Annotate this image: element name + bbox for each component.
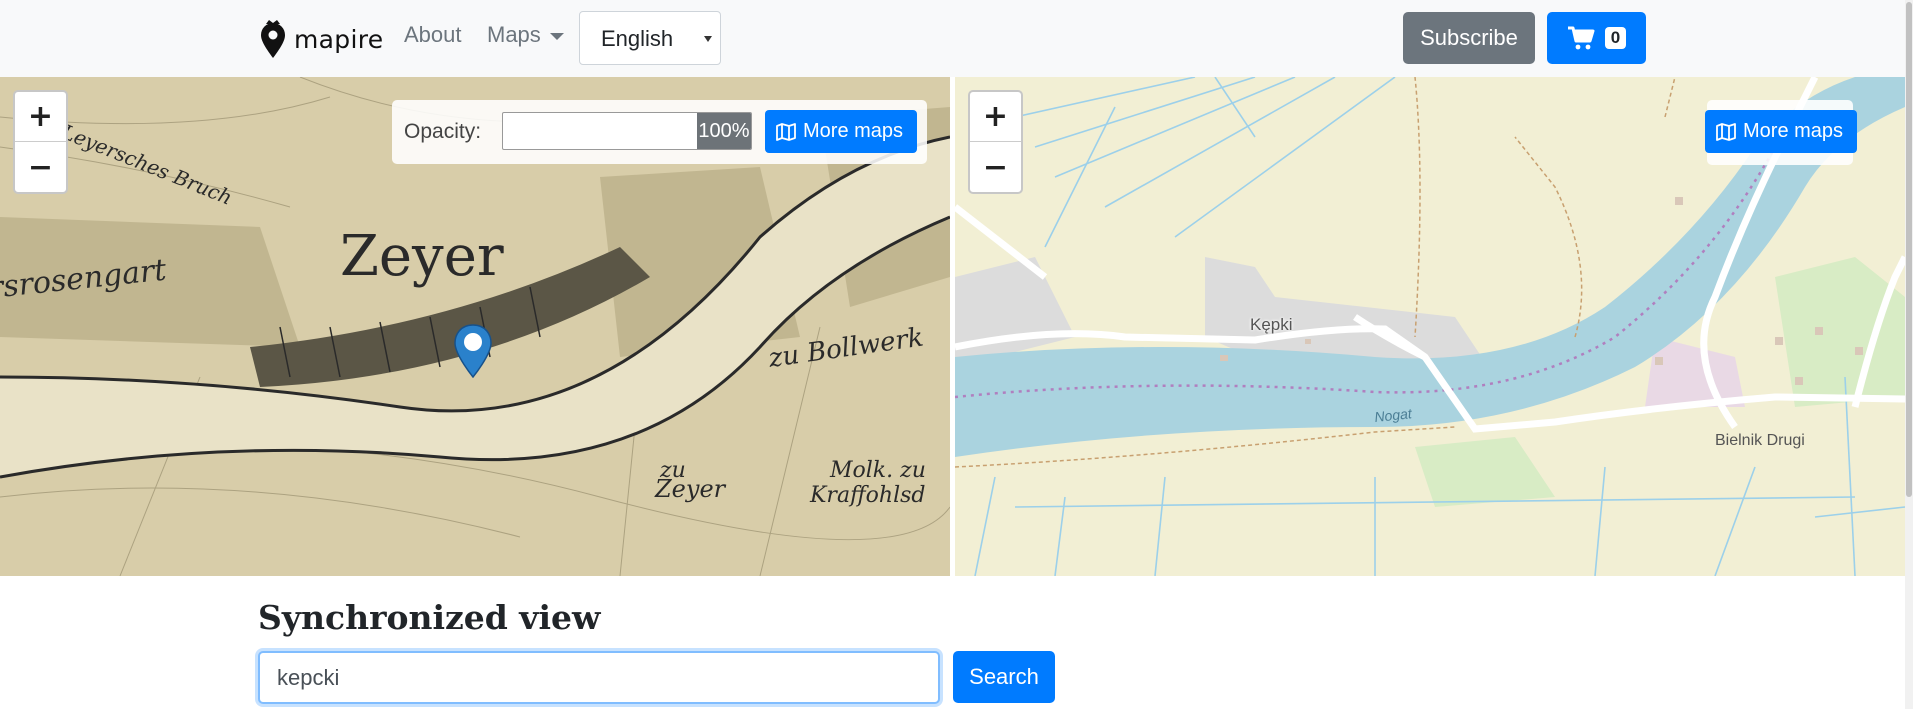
svg-text:Kraffohlsd: Kraffohlsd (809, 483, 925, 508)
opacity-panel: Opacity: 100% More maps (392, 100, 927, 164)
subscribe-button[interactable]: Subscribe (1403, 12, 1535, 64)
left-more-maps-label: More maps (803, 120, 904, 142)
cart-count-badge: 0 (1604, 27, 1627, 49)
navbar: mapire About Maps English Subscribe 0 (0, 0, 1913, 77)
brand-name: mapire (294, 24, 384, 54)
language-select[interactable]: English (579, 11, 721, 65)
left-more-maps-button[interactable]: More maps (765, 110, 917, 153)
svg-text:Zeyer: Zeyer (340, 224, 504, 289)
right-more-maps-label: More maps (1743, 120, 1844, 142)
opacity-slider-handle[interactable]: 100% (697, 113, 751, 149)
language-selected-value: English (601, 26, 674, 51)
map-label-place1: Kępki (1250, 315, 1293, 334)
map-label-place2: Bielnik Drugi (1715, 432, 1805, 449)
page-title: Synchronized view (258, 598, 601, 637)
modern-map[interactable]: Kępki Nogat Bielnik Drugi + − More maps (955, 77, 1905, 576)
right-zoom-in-button[interactable]: + (970, 92, 1021, 142)
right-zoom-control: + − (968, 90, 1023, 194)
cart-button[interactable]: 0 (1547, 12, 1646, 64)
brand-logo[interactable]: mapire (258, 18, 383, 60)
search-input[interactable] (258, 651, 940, 704)
right-more-maps-button[interactable]: More maps (1705, 110, 1857, 153)
svg-text:Zeyer: Zeyer (654, 475, 727, 503)
left-zoom-control: + − (13, 90, 68, 194)
select-arrow-icon (704, 36, 712, 42)
nav-maps-label: Maps (487, 22, 541, 47)
historic-map[interactable]: Zeyer rsrosengart Leyersches Bruch zu Bo… (0, 77, 950, 576)
opacity-slider[interactable]: 100% (502, 112, 752, 150)
cart-icon (1567, 26, 1595, 50)
opacity-label: Opacity: (404, 120, 482, 143)
map-icon (776, 122, 796, 141)
nav-maps-dropdown[interactable]: Maps (487, 22, 564, 48)
right-more-maps-panel: More maps (1705, 100, 1857, 165)
mapire-pin-icon (261, 20, 285, 58)
left-zoom-out-button[interactable]: − (15, 142, 66, 192)
chevron-down-icon (549, 32, 564, 40)
search-button[interactable]: Search (953, 651, 1055, 703)
right-zoom-out-button[interactable]: − (970, 142, 1021, 192)
map-icon (1716, 122, 1736, 141)
svg-text:Molk. zu: Molk. zu (829, 458, 926, 483)
left-zoom-in-button[interactable]: + (15, 92, 66, 142)
nav-about-link[interactable]: About (404, 22, 462, 48)
page-scrollbar-thumb[interactable] (1906, 2, 1912, 497)
